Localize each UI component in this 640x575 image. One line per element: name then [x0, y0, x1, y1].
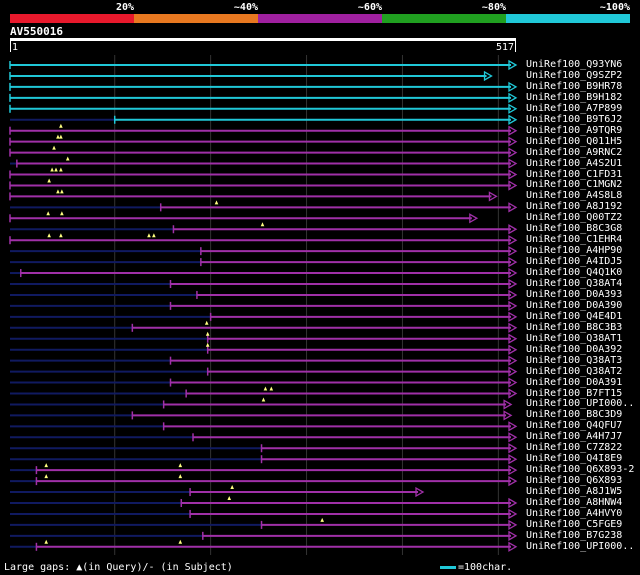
hit-label[interactable]: UniRef100_B9T6J2 [526, 114, 622, 125]
query-gap-marker-icon [227, 496, 232, 500]
query-gap-marker-icon [260, 222, 265, 227]
hit-label[interactable]: UniRef100_Q9SZP2 [526, 70, 622, 81]
hit-label[interactable]: UniRef100_A8J192 [526, 201, 622, 212]
query-gap-marker-icon [59, 134, 63, 139]
query-gap-marker-icon [178, 463, 183, 468]
hit-label[interactable]: UniRef100_D0A393 [526, 289, 622, 300]
hit-label[interactable]: UniRef100_B8C3D9 [526, 409, 622, 420]
hit-label[interactable]: UniRef100_C7Z822 [526, 442, 622, 453]
query-gap-marker-icon [56, 134, 60, 139]
query-gap-marker-icon [205, 342, 210, 347]
query-gap-marker-icon [204, 320, 209, 325]
hit-label[interactable]: UniRef100_Q00TZ2 [526, 212, 622, 223]
query-gap-marker-icon [59, 123, 63, 128]
hit-label[interactable]: UniRef100_Q011H5 [526, 136, 622, 147]
hit-label[interactable]: UniRef100_Q4E4D1 [526, 311, 622, 322]
hit-label[interactable]: UniRef100_UPI000.. [526, 541, 634, 552]
hit-label[interactable]: UniRef100_Q4QFU7 [526, 420, 622, 431]
query-gap-marker-icon [44, 463, 49, 468]
hit-label[interactable]: UniRef100_D0A392 [526, 344, 622, 355]
hit-label[interactable]: UniRef100_C1FD31 [526, 169, 622, 180]
hit-label[interactable]: UniRef100_A4IDJ5 [526, 256, 622, 267]
query-gap-marker-icon [52, 145, 56, 150]
hit-label[interactable]: UniRef100_C5FGE9 [526, 519, 622, 530]
query-gap-marker-icon [54, 167, 58, 172]
hit-label[interactable]: UniRef100_A9TQR9 [526, 125, 622, 136]
hit-label[interactable]: UniRef100_A8J1W5 [526, 486, 622, 497]
hit-label[interactable]: UniRef100_B7G238 [526, 530, 622, 541]
query-gap-marker-icon [152, 233, 156, 238]
query-gap-marker-icon [261, 397, 266, 402]
query-gap-marker-icon [44, 539, 49, 544]
query-gap-marker-icon [65, 156, 70, 161]
hit-label[interactable]: UniRef100_A4H7J7 [526, 431, 622, 442]
hit-label[interactable]: UniRef100_D0A390 [526, 300, 622, 311]
hit-label[interactable]: UniRef100_A8HNW4 [526, 497, 622, 508]
query-gap-marker-icon [178, 474, 183, 479]
query-gap-marker-icon [230, 485, 234, 490]
query-gap-marker-icon [60, 189, 64, 194]
hit-label[interactable]: UniRef100_A4S8L8 [526, 190, 622, 201]
query-gap-marker-icon [269, 386, 274, 391]
query-gap-marker-icon [59, 167, 63, 172]
hit-label[interactable]: UniRef100_B9HR78 [526, 81, 622, 92]
hit-label[interactable]: UniRef100_Q6X893 [526, 475, 622, 486]
hit-label[interactable]: UniRef100_Q38AT1 [526, 333, 622, 344]
hit-label[interactable]: UniRef100_A4HVY0 [526, 508, 622, 519]
hit-label[interactable]: UniRef100_Q93YN6 [526, 59, 622, 70]
hit-label[interactable]: UniRef100_Q4I8E9 [526, 453, 622, 464]
hit-label[interactable]: UniRef100_A4S2U1 [526, 158, 622, 169]
query-gap-marker-icon [59, 233, 63, 238]
query-gap-marker-icon [47, 178, 51, 183]
query-gap-marker-icon [44, 474, 49, 479]
query-gap-marker-icon [60, 211, 64, 216]
gap-legend: Large gaps: ▲(in Query)/- (in Subject) [4, 562, 233, 573]
hit-label[interactable]: UniRef100_B8C3B3 [526, 322, 622, 333]
query-gap-marker-icon [263, 386, 268, 391]
hit-label[interactable]: UniRef100_UPI000.. [526, 398, 634, 409]
hit-label[interactable]: UniRef100_C1MGN2 [526, 179, 622, 190]
hit-label[interactable]: UniRef100_C1EHR4 [526, 234, 622, 245]
hit-label[interactable]: UniRef100_A9RNC2 [526, 147, 622, 158]
hit-label[interactable]: UniRef100_A7P899 [526, 103, 622, 114]
query-gap-marker-icon [47, 233, 51, 238]
hit-label[interactable]: UniRef100_B8C3G8 [526, 223, 622, 234]
query-gap-marker-icon [178, 539, 183, 544]
query-gap-marker-icon [214, 200, 219, 205]
hit-label[interactable]: UniRef100_Q38AT2 [526, 366, 622, 377]
hit-label[interactable]: UniRef100_Q38AT3 [526, 355, 622, 366]
query-gap-marker-icon [46, 211, 50, 216]
query-gap-marker-icon [56, 189, 60, 194]
hit-label[interactable]: UniRef100_B7FT15 [526, 388, 622, 399]
query-gap-marker-icon [50, 167, 54, 172]
hit-label[interactable]: UniRef100_Q4Q1K0 [526, 267, 622, 278]
hit-label[interactable]: UniRef100_A4HP90 [526, 245, 622, 256]
hit-label[interactable]: UniRef100_D0A391 [526, 377, 622, 388]
query-gap-marker-icon [147, 233, 151, 238]
scale-legend: =100char. [458, 562, 513, 573]
hit-label[interactable]: UniRef100_Q38AT4 [526, 278, 622, 289]
hit-label[interactable]: UniRef100_B9H182 [526, 92, 622, 103]
scale-bar [440, 566, 456, 569]
query-gap-marker-icon [205, 331, 210, 336]
query-gap-marker-icon [320, 517, 324, 522]
hit-label[interactable]: UniRef100_Q6X893-2 [526, 464, 634, 475]
